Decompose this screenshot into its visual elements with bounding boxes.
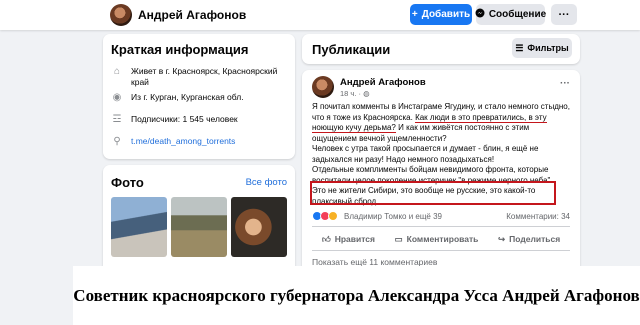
sliders-icon: ☰: [515, 42, 524, 53]
post-actions: 👍︎ Нравится ▭ Комментировать ↪ Поделиться: [312, 230, 570, 248]
profile-name[interactable]: Андрей Агафонов: [138, 8, 246, 22]
message-label: Сообщение: [488, 9, 547, 20]
more-options-button[interactable]: ···: [551, 4, 577, 25]
post-paragraph-2: Человек с утра такой просыпается и думае…: [312, 144, 539, 164]
comments-count[interactable]: Комментарии: 34: [506, 212, 570, 221]
filters-button[interactable]: ☰ Фильтры: [512, 38, 572, 58]
reactors-text[interactable]: Владимир Томко и ещё 39: [344, 212, 442, 221]
post-avatar[interactable]: [312, 76, 334, 98]
globe-icon: ◍: [363, 89, 370, 98]
home-icon: ⌂: [113, 66, 121, 77]
like-label: Нравится: [334, 234, 375, 244]
highlight-box: [310, 181, 556, 205]
add-friend-label: Добавить: [421, 9, 471, 20]
post-author[interactable]: Андрей Агафонов: [340, 77, 426, 88]
add-user-icon: +: [411, 9, 418, 20]
location-pin-icon: ◉: [112, 92, 122, 103]
all-photos-link[interactable]: Все фото: [246, 177, 287, 188]
reactions-bar: Владимир Томко и ещё 39 Комментарии: 34: [312, 211, 570, 221]
intro-title: Краткая информация: [111, 42, 249, 57]
publications-header: Публикации ☰ Фильтры: [302, 34, 580, 64]
info-from: ◉ Из г. Курган, Курганская обл.: [111, 92, 244, 103]
photo-thumbnail[interactable]: [111, 197, 167, 257]
followers-icon: ☲: [112, 114, 122, 125]
avatar[interactable]: [110, 4, 132, 26]
divider: [312, 250, 570, 251]
like-button[interactable]: 👍︎ Нравится: [322, 230, 375, 248]
info-lives-text: Живет в г. Красноярск, Красноярский край: [131, 66, 278, 87]
comment-bubble-icon: ▭: [394, 233, 403, 244]
publications-title: Публикации: [312, 42, 391, 57]
divider: [312, 226, 570, 227]
link-icon: ⚲: [113, 136, 121, 147]
wow-reaction-icon: [328, 211, 338, 221]
post-paragraph-1: Я почитал комменты в Инстаграме Ягудину,…: [312, 102, 574, 144]
profile-header: Андрей Агафонов + Добавить Сообщение ···: [0, 0, 640, 30]
photos-title: Фото: [111, 175, 144, 190]
share-arrow-icon: ↪: [498, 233, 506, 244]
messenger-icon: [475, 8, 485, 21]
share-label: Поделиться: [509, 234, 561, 244]
caption-text: Советник красноярского губернатора Алекс…: [73, 266, 640, 325]
post-timestamp[interactable]: 18 ч. · ◍: [340, 89, 370, 98]
post-time-text: 18 ч. ·: [340, 89, 361, 98]
info-lives: ⌂ Живет в г. Красноярск, Красноярский кр…: [111, 66, 287, 88]
info-followers: ☲ Подписчики: 1 545 человек: [111, 114, 238, 125]
info-link-text[interactable]: t.me/death_among_torrents: [131, 136, 235, 147]
filters-label: Фильтры: [527, 43, 569, 53]
post-menu-button[interactable]: ···: [560, 78, 570, 89]
comment-button[interactable]: ▭ Комментировать: [395, 230, 479, 248]
photo-thumbnail[interactable]: [171, 197, 227, 257]
share-button[interactable]: ↪ Поделиться: [498, 230, 560, 248]
intro-card: Краткая информация ⌂ Живет в г. Краснояр…: [103, 34, 295, 159]
photo-thumbnail[interactable]: [231, 197, 287, 257]
add-friend-button[interactable]: + Добавить: [410, 4, 472, 25]
comment-label: Комментировать: [406, 234, 479, 244]
thumbs-up-icon: 👍︎: [321, 233, 331, 244]
info-from-text: Из г. Курган, Курганская обл.: [131, 92, 244, 102]
info-link: ⚲ t.me/death_among_torrents: [111, 136, 235, 147]
message-button[interactable]: Сообщение: [475, 4, 547, 25]
info-followers-text[interactable]: Подписчики: 1 545 человек: [131, 114, 238, 125]
